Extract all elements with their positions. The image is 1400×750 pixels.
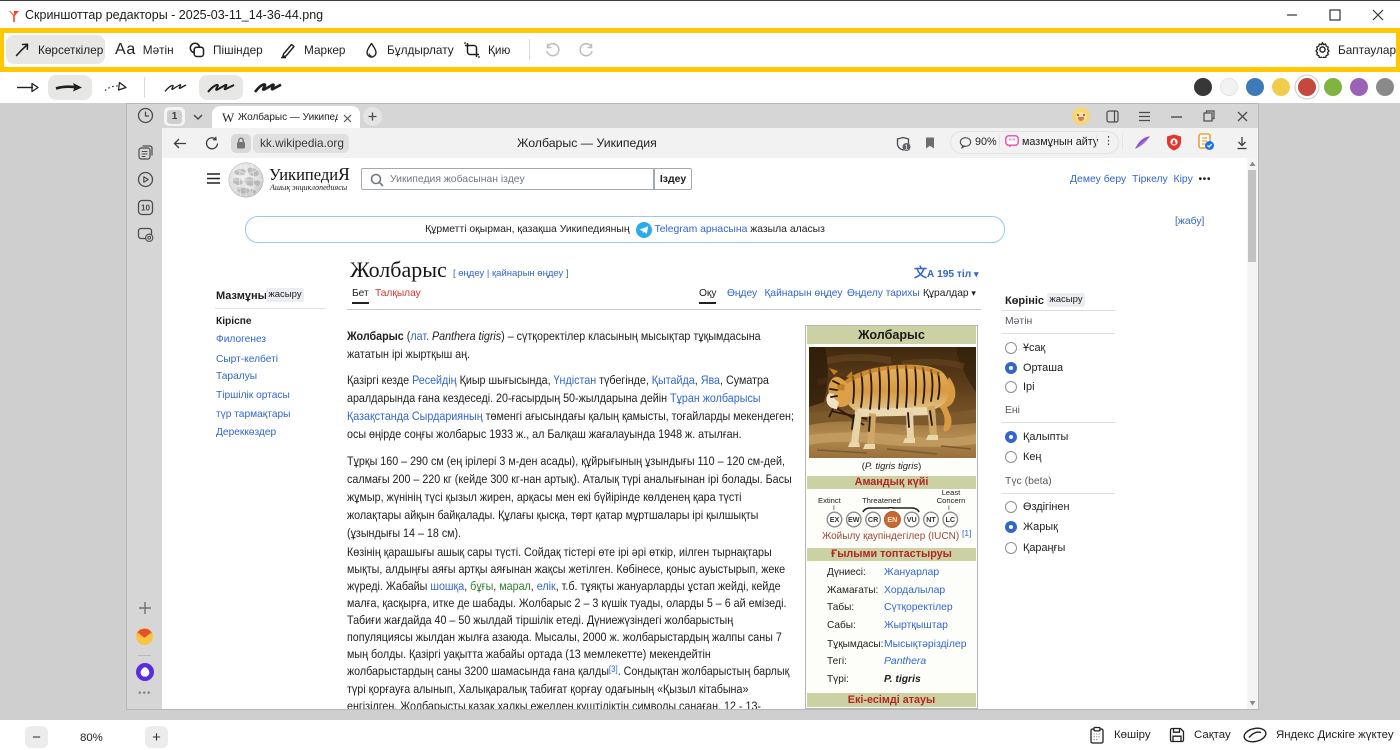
svg-text:“”: “” [1009, 138, 1016, 145]
svg-text:LC: LC [946, 515, 956, 524]
svg-text:1: 1 [905, 145, 909, 152]
svg-text:NT: NT [926, 515, 936, 524]
svg-text:EX: EX [830, 515, 840, 524]
svg-text:EN: EN [887, 515, 897, 524]
svg-text:EW: EW [848, 515, 860, 524]
svg-text:CR: CR [868, 515, 879, 524]
svg-text:VU: VU [907, 515, 917, 524]
svg-text:10: 10 [141, 204, 151, 213]
